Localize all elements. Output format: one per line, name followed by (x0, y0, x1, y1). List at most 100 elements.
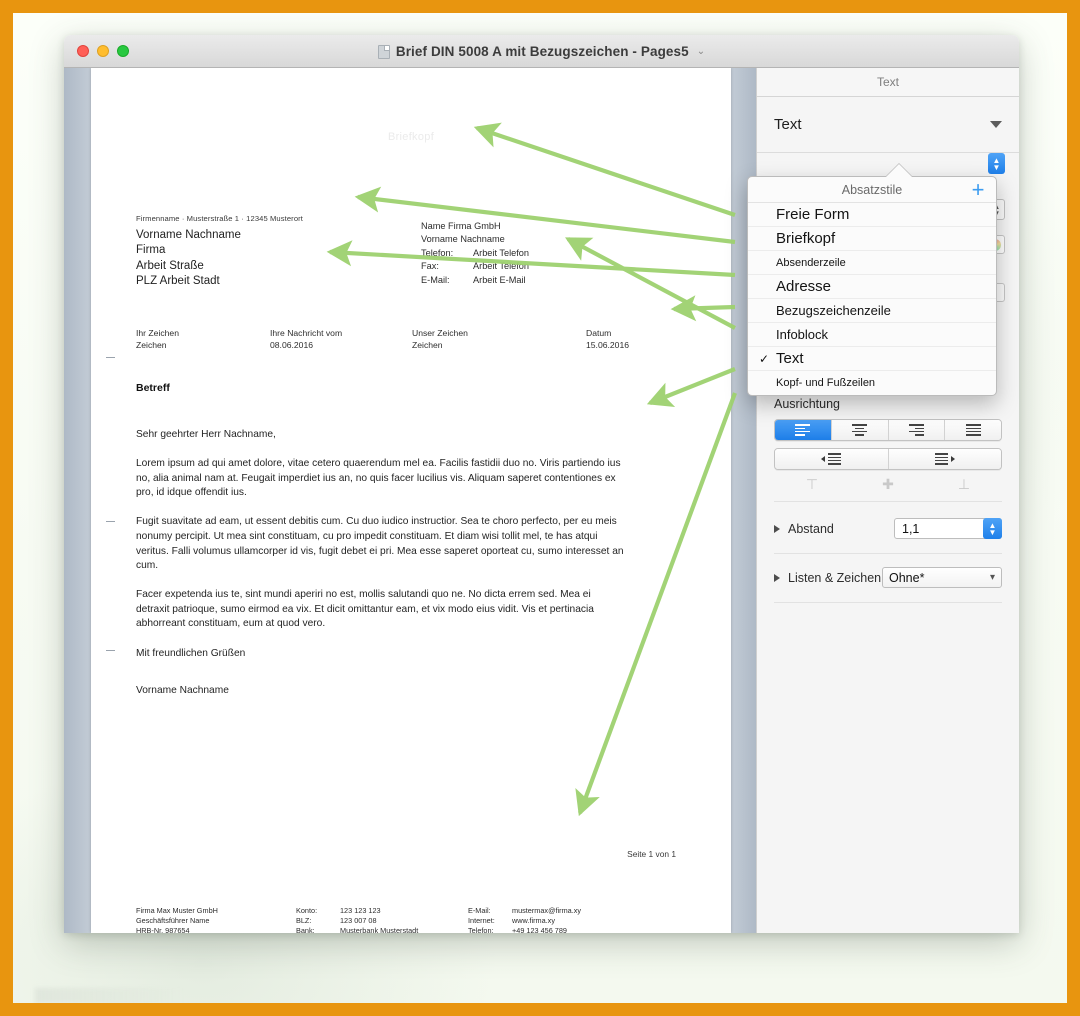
letterhead-value: Arbeit Telefon (473, 247, 530, 258)
spacing-stepper[interactable]: ▲ ▼ (983, 518, 1002, 539)
body-paragraph: Mit freundlichen Grüßen (136, 647, 246, 659)
letterhead-row: Telefon: Arbeit Telefon (421, 247, 529, 260)
footer-line: Firma Max Muster GmbH (136, 906, 218, 915)
align-right-button[interactable] (888, 420, 946, 440)
letterhead-key: E-Mail: (421, 274, 450, 285)
alignment-button-group[interactable] (774, 419, 1002, 441)
body-paragraph: Facer expetenda ius te, sint mundi aperi… (136, 589, 594, 630)
letter-page[interactable]: Briefkopf Firmenname · Musterstraße 1 · … (91, 68, 731, 933)
footer-value: +49 123 456 789 (512, 925, 567, 933)
letterhead-value: Arbeit E-Mail (473, 274, 526, 285)
paragraph-style-item[interactable]: ✓ Text (748, 347, 996, 371)
pages-app-window: Brief DIN 5008 A mit Bezugszeichen - Pag… (64, 35, 1019, 933)
footer-value: mustermax@firma.xy (512, 906, 582, 915)
footer-key: E-Mail: (468, 906, 491, 915)
indent-button[interactable] (888, 449, 1001, 469)
valign-middle-icon[interactable]: ✚ (850, 476, 926, 493)
salutation: Sehr geehrter Herr Nachname, (136, 429, 276, 440)
background-watermark (35, 988, 185, 1003)
document-canvas[interactable]: Briefkopf Firmenname · Musterstraße 1 · … (64, 68, 756, 933)
letterhead-key: Telefon: (421, 247, 454, 258)
popup-title: Absatzstile (841, 182, 903, 197)
align-justify-button[interactable] (945, 420, 1001, 440)
footer-row: E-Mail: mustermax@firma.xy (468, 906, 648, 916)
zoom-button[interactable] (117, 45, 129, 57)
paragraph-mark (106, 357, 115, 358)
letterhead-row: Fax: Arbeit Telefon (421, 260, 529, 273)
paragraph-style-item[interactable]: Briefkopf (748, 227, 996, 251)
page-number: Seite 1 von 1 (627, 849, 676, 859)
disclosure-triangle-icon[interactable] (774, 573, 780, 582)
footer-column-contact: E-Mail: mustermax@firma.xy Internet: www.fi… (468, 906, 648, 933)
briefkopf-watermark: Briefkopf (387, 131, 435, 143)
footer-row: BLZ: 123 007 08 (296, 916, 468, 926)
signature-name: Vorname Nachname (136, 685, 229, 696)
align-center-icon (852, 423, 868, 437)
footer-row: Telefon: +49 123 456 789 (468, 926, 648, 933)
align-left-icon (795, 423, 811, 437)
outdent-icon (821, 452, 842, 466)
paragraph-style-selector[interactable]: Text (757, 97, 1019, 153)
reference-column: Datum 15.06.2016 (586, 328, 629, 351)
spacing-field[interactable]: ▲ ▼ (894, 518, 1002, 539)
outdent-button[interactable] (775, 449, 889, 469)
inspector-header-label: Text (876, 75, 899, 89)
letter-body[interactable]: Sehr geehrter Herr Nachname, Lorem ipsum … (136, 428, 626, 676)
reference-heading: Ihr Zeichen (136, 328, 179, 338)
paragraph-style-item[interactable]: Adresse (748, 275, 996, 299)
window-title-group: Brief DIN 5008 A mit Bezugszeichen - Pag… (64, 35, 1019, 68)
letterhead-value: Arbeit Telefon (473, 261, 530, 272)
spacing-input[interactable] (895, 520, 975, 537)
paragraph-style-item[interactable]: Absenderzeile (748, 251, 996, 275)
paragraph-style-item[interactable]: Infoblock (748, 323, 996, 347)
paragraph-style-label: Adresse (776, 278, 832, 295)
paragraph-style-label: Text (776, 350, 804, 367)
section-divider (774, 553, 1002, 554)
chevron-down-icon: ▾ (989, 572, 995, 583)
disclosure-triangle-icon[interactable] (774, 524, 780, 533)
footer-key: Telefon: (468, 925, 494, 933)
footer-key: BLZ: (296, 915, 312, 925)
paragraph-style-label: Kopf- und Fußzeilen (776, 377, 876, 389)
sender-line: Firmenname · Musterstraße 1 · 12345 Must… (136, 214, 303, 223)
window-title: Brief DIN 5008 A mit Bezugszeichen - Pag… (395, 44, 689, 59)
lists-select[interactable]: Ohne* ▾ (882, 567, 1002, 588)
footer-row: Konto: 123 123 123 (296, 906, 468, 916)
document-icon (377, 44, 390, 59)
paragraph-style-label: Infoblock (776, 327, 829, 342)
subject-line[interactable]: Betreff (136, 382, 170, 394)
alignment-title: Ausrichtung (774, 397, 841, 411)
valign-bottom-icon[interactable]: ⊥ (926, 476, 1002, 493)
reference-value: Zeichen (136, 339, 167, 350)
paragraph-style-label: Bezugszeichenzeile (776, 303, 891, 318)
address-line: Arbeit Straße (136, 259, 204, 272)
footer-row: Internet: www.firma.xy (468, 916, 648, 926)
reference-heading: Ihre Nachricht vom (270, 328, 343, 338)
paragraph-style-item[interactable]: Freie Form (748, 203, 996, 227)
paragraph-style-item[interactable]: Bezugszeichenzeile (748, 299, 996, 323)
indent-button-group[interactable] (774, 448, 1002, 470)
reference-value: 15.06.2016 (586, 339, 630, 350)
plus-icon[interactable]: + (969, 179, 987, 201)
vertical-align-group[interactable]: ⊤ ✚ ⊥ (774, 476, 1002, 502)
chevron-down-icon[interactable] (990, 121, 1002, 128)
minimize-button[interactable] (97, 45, 109, 57)
letter-footer: Firma Max Muster GmbH Geschäftsführer Nam… (136, 906, 696, 933)
align-left-button[interactable] (775, 420, 832, 440)
chevron-down-icon[interactable]: ⌄ (697, 46, 705, 57)
valign-top-icon[interactable]: ⊤ (774, 476, 850, 493)
paragraph-style-list[interactable]: Freie Form Briefkopf Absenderzeile Adresse B… (748, 203, 996, 395)
section-divider (774, 602, 1002, 603)
paragraph-style-item[interactable]: Kopf- und Fußzeilen (748, 371, 996, 395)
close-button[interactable] (77, 45, 89, 57)
hidden-stepper-blue[interactable]: ▲ ▼ (988, 153, 1005, 174)
letterhead-line: Vorname Nachname (421, 234, 505, 245)
popup-pointer (886, 164, 912, 177)
align-center-button[interactable] (831, 420, 889, 440)
paragraph-styles-popup[interactable]: Absatzstile + Freie Form Briefkopf Absende… (747, 176, 997, 396)
letterhead-info-block[interactable]: Name Firma GmbH Vorname Nachname Telefon: A… (421, 220, 529, 287)
lists-label: Listen & Zeichen (788, 570, 882, 585)
address-block[interactable]: Vorname Nachname Firma Arbeit Straße PLZ Ar… (136, 228, 241, 289)
outer-frame: Brief DIN 5008 A mit Bezugszeichen - Pag… (13, 13, 1067, 1003)
spacing-row: Abstand ▲ ▼ (774, 518, 1002, 539)
